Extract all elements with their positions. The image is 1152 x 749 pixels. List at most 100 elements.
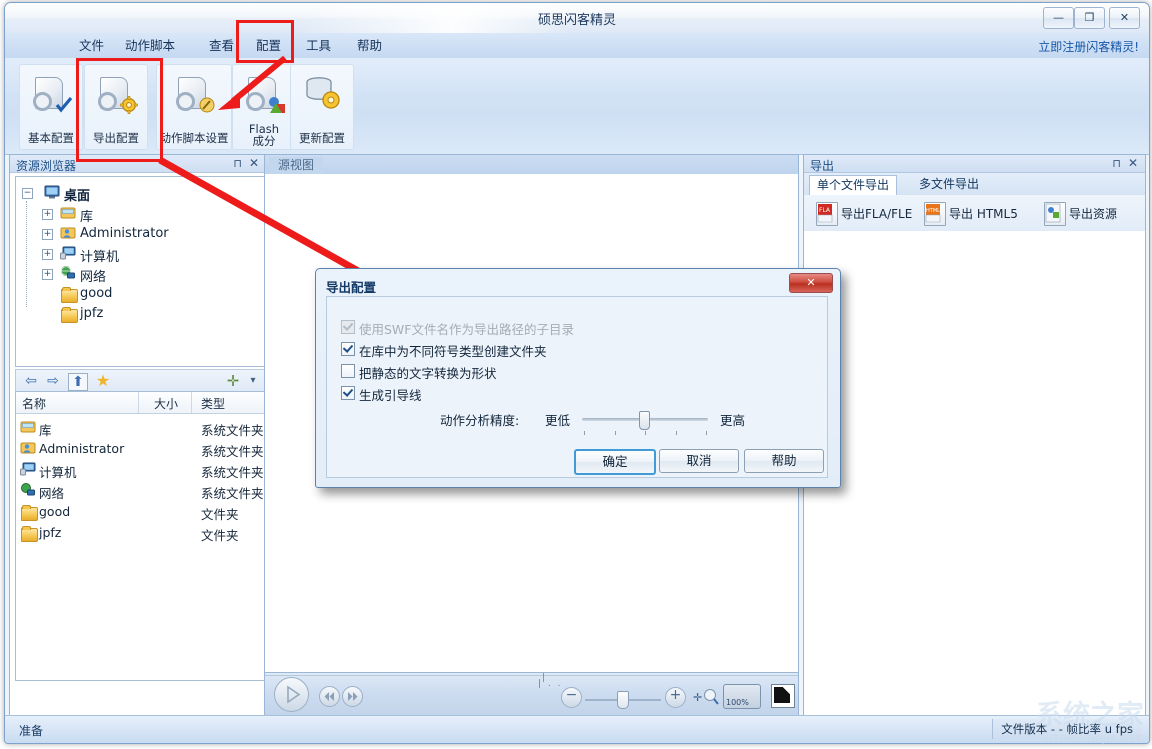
file-type: 系统文件夹 <box>201 444 264 459</box>
rewind-button[interactable] <box>319 686 340 707</box>
play-button[interactable] <box>274 677 309 712</box>
precision-low-label: 更低 <box>545 413 571 428</box>
close-icon[interactable]: ✕ <box>249 156 259 170</box>
checkbox-create-folders[interactable] <box>341 342 355 356</box>
svg-text:✛: ✛ <box>693 691 702 704</box>
precision-high-label: 更高 <box>720 413 746 428</box>
column-header-size[interactable]: 大小 <box>154 395 178 412</box>
tree-expander[interactable]: + <box>42 229 53 240</box>
table-row[interactable]: 计算机 系统文件夹 <box>16 459 264 480</box>
pin-icon[interactable]: ⊓ <box>233 157 242 170</box>
table-row[interactable]: 网络 系统文件夹 <box>16 480 264 501</box>
menu-bar: 文件 动作脚本 查看 配置 工具 帮助 立即注册闪客精灵! <box>5 33 1149 59</box>
export-panel: 导出 ⊓ ✕ 单个文件导出 多文件导出 FLA 导出FLA/FLE HTML5 … <box>803 154 1146 716</box>
menu-item-help[interactable]: 帮助 <box>351 37 388 55</box>
menu-item-view[interactable]: 查看 <box>203 37 240 55</box>
back-icon[interactable]: ⇦ <box>22 373 40 389</box>
export-resource-button[interactable]: 导出资源 <box>1044 201 1139 226</box>
register-link[interactable]: 立即注册闪客精灵! <box>1038 38 1139 55</box>
precision-slider-thumb[interactable] <box>639 411 650 430</box>
status-message: 准备 <box>19 724 44 738</box>
add-icon[interactable]: ✛ <box>224 373 242 389</box>
export-panel-header: 导出 ⊓ ✕ <box>804 155 1145 173</box>
menu-item-tools[interactable]: 工具 <box>300 37 337 55</box>
pan-zoom-icon[interactable]: ✛ <box>693 687 719 707</box>
column-header-type[interactable]: 类型 <box>201 395 225 412</box>
maximize-button[interactable]: ❐ <box>1074 7 1105 29</box>
ribbon-button-flash-components[interactable]: Flash 成分 <box>232 64 296 150</box>
tree-expander[interactable]: + <box>42 249 53 260</box>
cancel-button[interactable]: 取消 <box>659 449 739 473</box>
zoom-in-button[interactable]: + <box>665 687 686 708</box>
table-row[interactable]: Administrator 系统文件夹 <box>16 438 264 459</box>
export-resource-label: 导出资源 <box>1069 207 1118 221</box>
table-row[interactable]: 库 系统文件夹 <box>16 417 264 438</box>
tree-node-label: jpfz <box>80 306 104 321</box>
file-type: 系统文件夹 <box>201 423 264 438</box>
zoom-percentage-button[interactable]: 100% <box>723 684 761 709</box>
export-content-area[interactable] <box>804 231 1145 714</box>
checkbox-guide-lines[interactable] <box>341 386 355 400</box>
column-divider[interactable] <box>138 392 139 413</box>
tree-expander[interactable]: + <box>42 209 53 220</box>
folder-icon <box>60 306 78 323</box>
ribbon-button-basic-config[interactable]: 基本配置 <box>19 64 83 150</box>
zoom-slider-thumb[interactable] <box>617 691 629 709</box>
tab-multi-file-export[interactable]: 多文件导出 <box>912 175 986 194</box>
stage-tab-bar: 源视图 <box>265 155 798 175</box>
library-icon <box>60 206 76 220</box>
folder-icon <box>20 525 38 542</box>
slider-tick <box>645 431 646 435</box>
ribbon-label: 更新配置 <box>299 131 345 145</box>
window-title: 硕思闪客精灵 <box>537 13 616 28</box>
column-divider[interactable] <box>191 392 192 413</box>
background-color-swatch[interactable] <box>771 684 795 708</box>
column-header-name[interactable]: 名称 <box>22 395 46 412</box>
tab-source-view[interactable]: 源视图 <box>269 157 324 174</box>
table-row[interactable]: jpfz 文件夹 <box>16 522 264 543</box>
dialog-close-button[interactable]: ✕ <box>789 273 833 293</box>
export-html5-button[interactable]: HTML5 导出 HTML5 <box>924 201 1034 226</box>
slider-tick <box>584 431 585 435</box>
tree-node-label: 库 <box>80 210 94 225</box>
tree-node-label: 网络 <box>80 270 107 285</box>
tree-node-label: 计算机 <box>80 250 120 265</box>
ribbon-label: 动作脚本设置 <box>159 131 229 145</box>
checkbox-text-to-shape[interactable] <box>341 364 355 378</box>
table-row[interactable]: good 文件夹 <box>16 501 264 522</box>
pin-icon[interactable]: ⊓ <box>1112 157 1121 170</box>
tree-expander[interactable]: + <box>42 269 53 280</box>
up-folder-icon[interactable]: ⬆ <box>68 373 88 391</box>
folder-tree[interactable]: − 桌面 + 库 + Administrator + 计算机 + 网络 good… <box>15 176 265 367</box>
export-fla-button[interactable]: FLA 导出FLA/FLE <box>816 201 916 226</box>
tree-expander[interactable]: − <box>22 188 33 199</box>
ribbon-label: Flash 成分 <box>233 123 295 147</box>
ribbon-button-update-config[interactable]: 更新配置 <box>290 64 354 150</box>
ribbon-button-actionscript-settings[interactable]: 动作脚本设置 <box>156 64 232 150</box>
explorer-nav-toolbar: ⇦ ⇨ ⬆ ★ ✛ ▾ <box>15 369 265 393</box>
tab-single-file-export[interactable]: 单个文件导出 <box>809 175 898 196</box>
file-name: 网络 <box>39 486 65 501</box>
ok-button[interactable]: 确定 <box>574 449 656 475</box>
doc-check-icon <box>31 73 73 113</box>
svg-text:HTML5: HTML5 <box>926 208 943 214</box>
export-config-dialog: 导出配置 ✕ 使用SWF文件名作为导出路径的子目录 在库中为不同符号类型创建文件… <box>315 268 841 488</box>
help-button[interactable]: 帮助 <box>744 449 824 473</box>
close-button[interactable]: ✕ <box>1109 7 1140 29</box>
minimize-button[interactable]: — <box>1043 7 1074 29</box>
menu-item-file[interactable]: 文件 <box>73 37 110 55</box>
zoom-out-button[interactable]: − <box>561 687 582 708</box>
folder-icon <box>20 504 38 521</box>
export-tool-row: FLA 导出FLA/FLE HTML5 导出 HTML5 导出资源 <box>804 195 1145 232</box>
file-name: 计算机 <box>39 465 77 480</box>
tree-node-label: 桌面 <box>64 189 91 204</box>
dropdown-icon[interactable]: ▾ <box>244 373 262 389</box>
favorites-star-icon[interactable]: ★ <box>94 373 112 389</box>
menu-item-actionscript[interactable]: 动作脚本 <box>119 37 181 55</box>
file-list[interactable]: 名称 大小 类型 库 系统文件夹 Administrator 系统文件夹 计算机… <box>15 391 265 681</box>
annotation-box-config-menu <box>236 20 294 63</box>
status-bar: 准备 文件版本 - - 帧比率 u fps <box>5 715 1149 743</box>
forward-icon[interactable]: ⇨ <box>44 373 62 389</box>
close-icon[interactable]: ✕ <box>1128 156 1138 170</box>
forward-button[interactable] <box>342 686 363 707</box>
